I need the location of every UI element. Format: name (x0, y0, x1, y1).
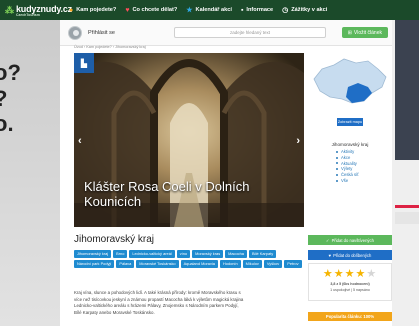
tag-item[interactable]: Pálava (116, 259, 135, 268)
background-text-2: ? (0, 88, 7, 110)
add-icon: ⊞ (347, 29, 352, 36)
sidebar-links: Aktivity Akce Aktuality Výlety Česká síť… (336, 149, 392, 184)
add-favorites-button[interactable]: ♥ Přidat do oblíbených (308, 250, 392, 260)
star-icon: ★ (344, 268, 356, 280)
sidebar-link[interactable]: Vše (336, 178, 392, 184)
tag-item[interactable]: Jihomoravský kraj (74, 250, 112, 258)
star-icon: ★ (355, 268, 367, 280)
nav-item-kalendar-akci[interactable]: ★ Kalendář akcí (186, 6, 232, 14)
add-visited-label: Přidat do navštívených (331, 237, 374, 243)
nav-item-informace[interactable]: ▪ Informace (241, 7, 273, 14)
camera-icon: ▙ (80, 58, 88, 68)
tag-item[interactable]: víno (176, 250, 191, 258)
heart-icon: ♥ (328, 252, 332, 258)
background-light-block (395, 212, 419, 224)
rating-text: 3,8 z 5 (6ks hodnocení) (330, 282, 370, 286)
breadcrumb[interactable]: Úvod › Kam pojedete? › Jihomoravský kraj (74, 45, 146, 49)
rating-stars[interactable]: ★★★★★ (309, 267, 391, 280)
tag-item[interactable]: Petrov (284, 259, 302, 268)
tag-item[interactable]: Brno (113, 250, 128, 258)
sub-header: Přihlásit se zadejte hledaný text ⊞ Vlož… (60, 20, 392, 46)
region-description: Kraj vína, slunce a pohodových lidí. A t… (74, 290, 244, 315)
background-text-3: o. (0, 111, 14, 136)
tag-item[interactable]: Aqualand Moravia (180, 259, 218, 268)
nav-item-label: Kalendář akcí (195, 7, 232, 13)
tag-item[interactable]: Macocha (225, 250, 247, 258)
tag-item[interactable]: Vyškov (263, 259, 283, 268)
gallery-prev-button[interactable]: ‹ (78, 135, 82, 147)
top-navigation: ⁂ kudyznudy.cz CzechTourism ● Kam pojede… (0, 0, 419, 20)
background-left-panel: o? ? o. (0, 0, 60, 326)
tag-item[interactable]: Bílé Karpaty (248, 250, 277, 258)
background-dark-block (395, 0, 419, 160)
site-logo[interactable]: ⁂ kudyznudy.cz CzechTourism (0, 4, 72, 17)
nav-item-label: Kam pojedete? (76, 7, 117, 13)
tag-item[interactable]: Mikulov (242, 259, 262, 268)
clock-icon: ◷ (282, 7, 289, 14)
info-icon: ▪ (240, 6, 244, 14)
check-icon: ✓ (326, 237, 330, 243)
hero-gallery[interactable]: ▙ ‹ › Klášter Rosa Coeli v Dolních Kouni… (74, 53, 304, 227)
star-empty-icon: ★ (366, 268, 378, 280)
star-icon: ★ (333, 268, 345, 280)
tag-item[interactable]: Lednicko-valtický areál (129, 250, 175, 258)
nav-item-co-chcete-delat[interactable]: ♥ Co chcete dělat? (125, 7, 177, 14)
add-article-label: Vložit článek (353, 29, 382, 36)
background-right-panel (389, 0, 419, 326)
region-title: Jihomoravský kraj (74, 234, 155, 245)
region-map[interactable]: Zobrazit mapu (308, 53, 392, 133)
heart-icon: ♥ (125, 6, 130, 14)
nav-item-label: Co chcete dělat? (132, 7, 178, 13)
nav-item-zazitky[interactable]: ◷ Zážitky v akci (282, 6, 327, 14)
rating-box: ★★★★★ 3,8 z 5 (6ks hodnocení) 1 uspokoji… (308, 263, 392, 301)
avatar[interactable] (68, 25, 82, 40)
nav-item-label: Informace (246, 7, 274, 13)
add-favorites-label: Přidat do oblíbených (333, 252, 372, 258)
hero-caption: Klášter Rosa Coeli v Dolních Kounicích (84, 179, 250, 209)
search-input[interactable]: zadejte hledaný text (174, 27, 326, 38)
show-map-button[interactable]: Zobrazit mapu (337, 118, 363, 126)
nav-item-label: Zážitky v akci (291, 7, 328, 13)
login-link[interactable]: Přihlásit se (88, 30, 148, 36)
hero-category-badge: ▙ (74, 53, 94, 73)
star-icon: ★ (186, 7, 193, 14)
sidebar: Zobrazit mapu Jihomoravský kraj Aktivity… (308, 53, 392, 184)
czech-map (313, 58, 387, 104)
background-red-line (395, 205, 419, 208)
tag-item[interactable]: Moravské Toskánsko (136, 259, 179, 268)
nav-item-kam-pojedete[interactable]: ● Kam pojedete? (69, 7, 116, 14)
tag-item[interactable]: Hodonín (219, 259, 241, 268)
logo-mark-icon: ⁂ (5, 4, 14, 15)
gallery-next-button[interactable]: › (296, 135, 300, 147)
tag-item[interactable]: Moravský kras (192, 250, 224, 258)
tag-list: Jihomoravský kraj Brno Lednicko-valtický… (74, 250, 302, 268)
star-icon: ★ (322, 268, 334, 280)
add-article-button[interactable]: ⊞ Vložit článek (341, 27, 388, 38)
tag-item[interactable]: Národní park Podyjí (74, 259, 115, 268)
rating-subtext: 1 uspokojivé | 5 napsáno (330, 288, 370, 292)
background-text-1: o? (0, 60, 21, 85)
sidebar-title: Jihomoravský kraj (331, 142, 369, 147)
popularity-badge: Popularita článku: 100% (308, 312, 392, 321)
map-pin-icon: ● (69, 6, 74, 14)
add-visited-button[interactable]: ✓ Přidat do navštívených (308, 235, 392, 245)
